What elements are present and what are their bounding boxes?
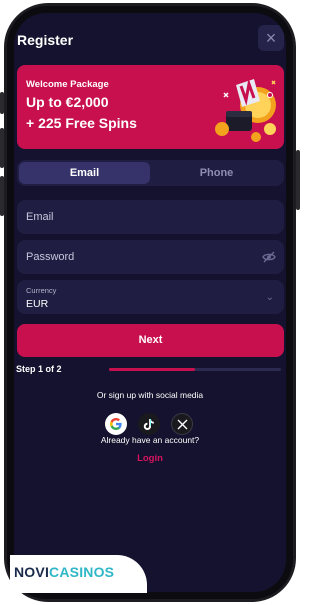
currency-label: Currency [26,286,57,295]
novicasinos-logo: NOVICASINOS [14,564,114,580]
page-title: Register [17,32,74,48]
progress-track [109,368,281,371]
close-button[interactable]: × [258,25,284,51]
side-button [0,128,4,168]
currency-value: EUR [26,298,49,310]
tiktok-button[interactable] [138,413,160,435]
tab-phone[interactable]: Phone [151,162,282,184]
progress-fill [109,368,195,371]
hide-password-icon[interactable] [262,250,276,264]
logo-part-casinos: CASINOS [49,564,115,580]
auth-method-tabs: Email Phone [17,160,284,186]
social-signup-text: Or sign up with social media [96,390,204,400]
google-icon [110,418,122,430]
google-button[interactable] [105,413,127,435]
email-field-container [17,200,284,234]
welcome-banner: Welcome Package Up to €2,000 + 225 Free … [17,65,284,149]
tab-email[interactable]: Email [19,162,150,184]
currency-select[interactable]: Currency EUR ⌄ [17,280,284,314]
password-field[interactable] [26,240,246,274]
next-button[interactable]: Next [17,324,284,357]
header: Register × [14,13,286,61]
banner-illustration [215,78,276,142]
side-button [0,176,4,216]
login-link[interactable]: Login [14,453,286,464]
step-indicator: Step 1 of 2 [16,364,62,374]
x-button[interactable] [171,413,193,435]
email-field[interactable] [26,200,246,234]
banner-offer-line-2: + 225 Free Spins [26,115,137,131]
screen: Register × Welcome Package Up to €2,000 … [14,13,286,592]
chevron-down-icon: ⌄ [265,292,274,303]
x-icon [177,419,187,429]
password-field-container [17,240,284,274]
close-icon: × [265,28,277,48]
logo-part-novi: NOVI [14,564,50,580]
banner-offer-line-1: Up to €2,000 [26,94,109,110]
banner-subtitle: Welcome Package [26,79,109,90]
side-button [296,150,300,210]
tiktok-icon [143,418,154,430]
side-button [0,92,4,114]
already-have-account-text: Already have an account? [100,435,200,445]
